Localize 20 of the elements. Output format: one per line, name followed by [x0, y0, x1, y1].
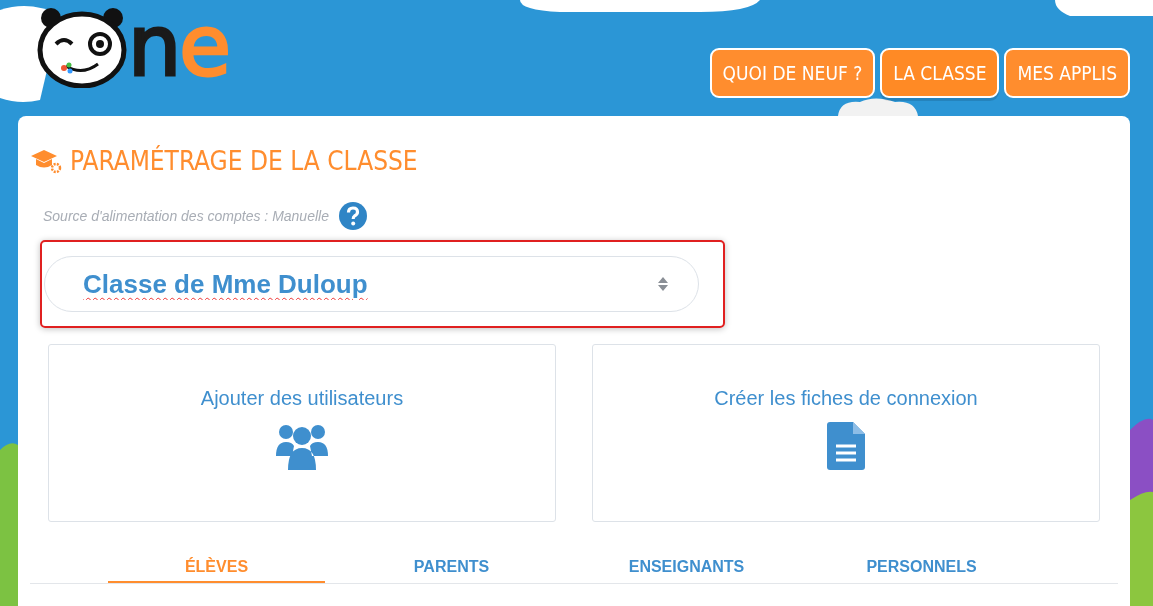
action-card[interactable]: Ajouter des utilisateurs	[48, 344, 556, 522]
sort-arrows-icon	[658, 277, 668, 291]
tab[interactable]: PERSONNELS	[813, 552, 1030, 583]
help-icon[interactable]	[338, 202, 367, 230]
graduation-cap-icon	[30, 148, 62, 174]
nav-button[interactable]: LA CLASSE	[880, 48, 1000, 98]
nav-button[interactable]: MES APPLIS	[1004, 48, 1130, 98]
page-title: PARAMÉTRAGE DE LA CLASSE	[70, 146, 418, 176]
document-icon	[827, 422, 865, 470]
logo-letter: e	[179, 4, 229, 88]
tab[interactable]: ENSEIGNANTS	[578, 552, 795, 583]
tab[interactable]: PARENTS	[343, 552, 560, 583]
users-icon	[276, 422, 328, 470]
logo-letter: n	[128, 4, 180, 88]
nav-button[interactable]: QUOI DE NEUF ?	[709, 48, 876, 98]
action-card[interactable]: Créer les fiches de connexion	[592, 344, 1100, 522]
account-source-text: Source d'alimentation des comptes : Manuelle	[43, 208, 329, 224]
tab[interactable]: ÉLÈVES	[108, 552, 325, 583]
panda-face-icon	[36, 6, 128, 88]
class-name[interactable]: Classe de Mme Duloup	[81, 267, 658, 301]
